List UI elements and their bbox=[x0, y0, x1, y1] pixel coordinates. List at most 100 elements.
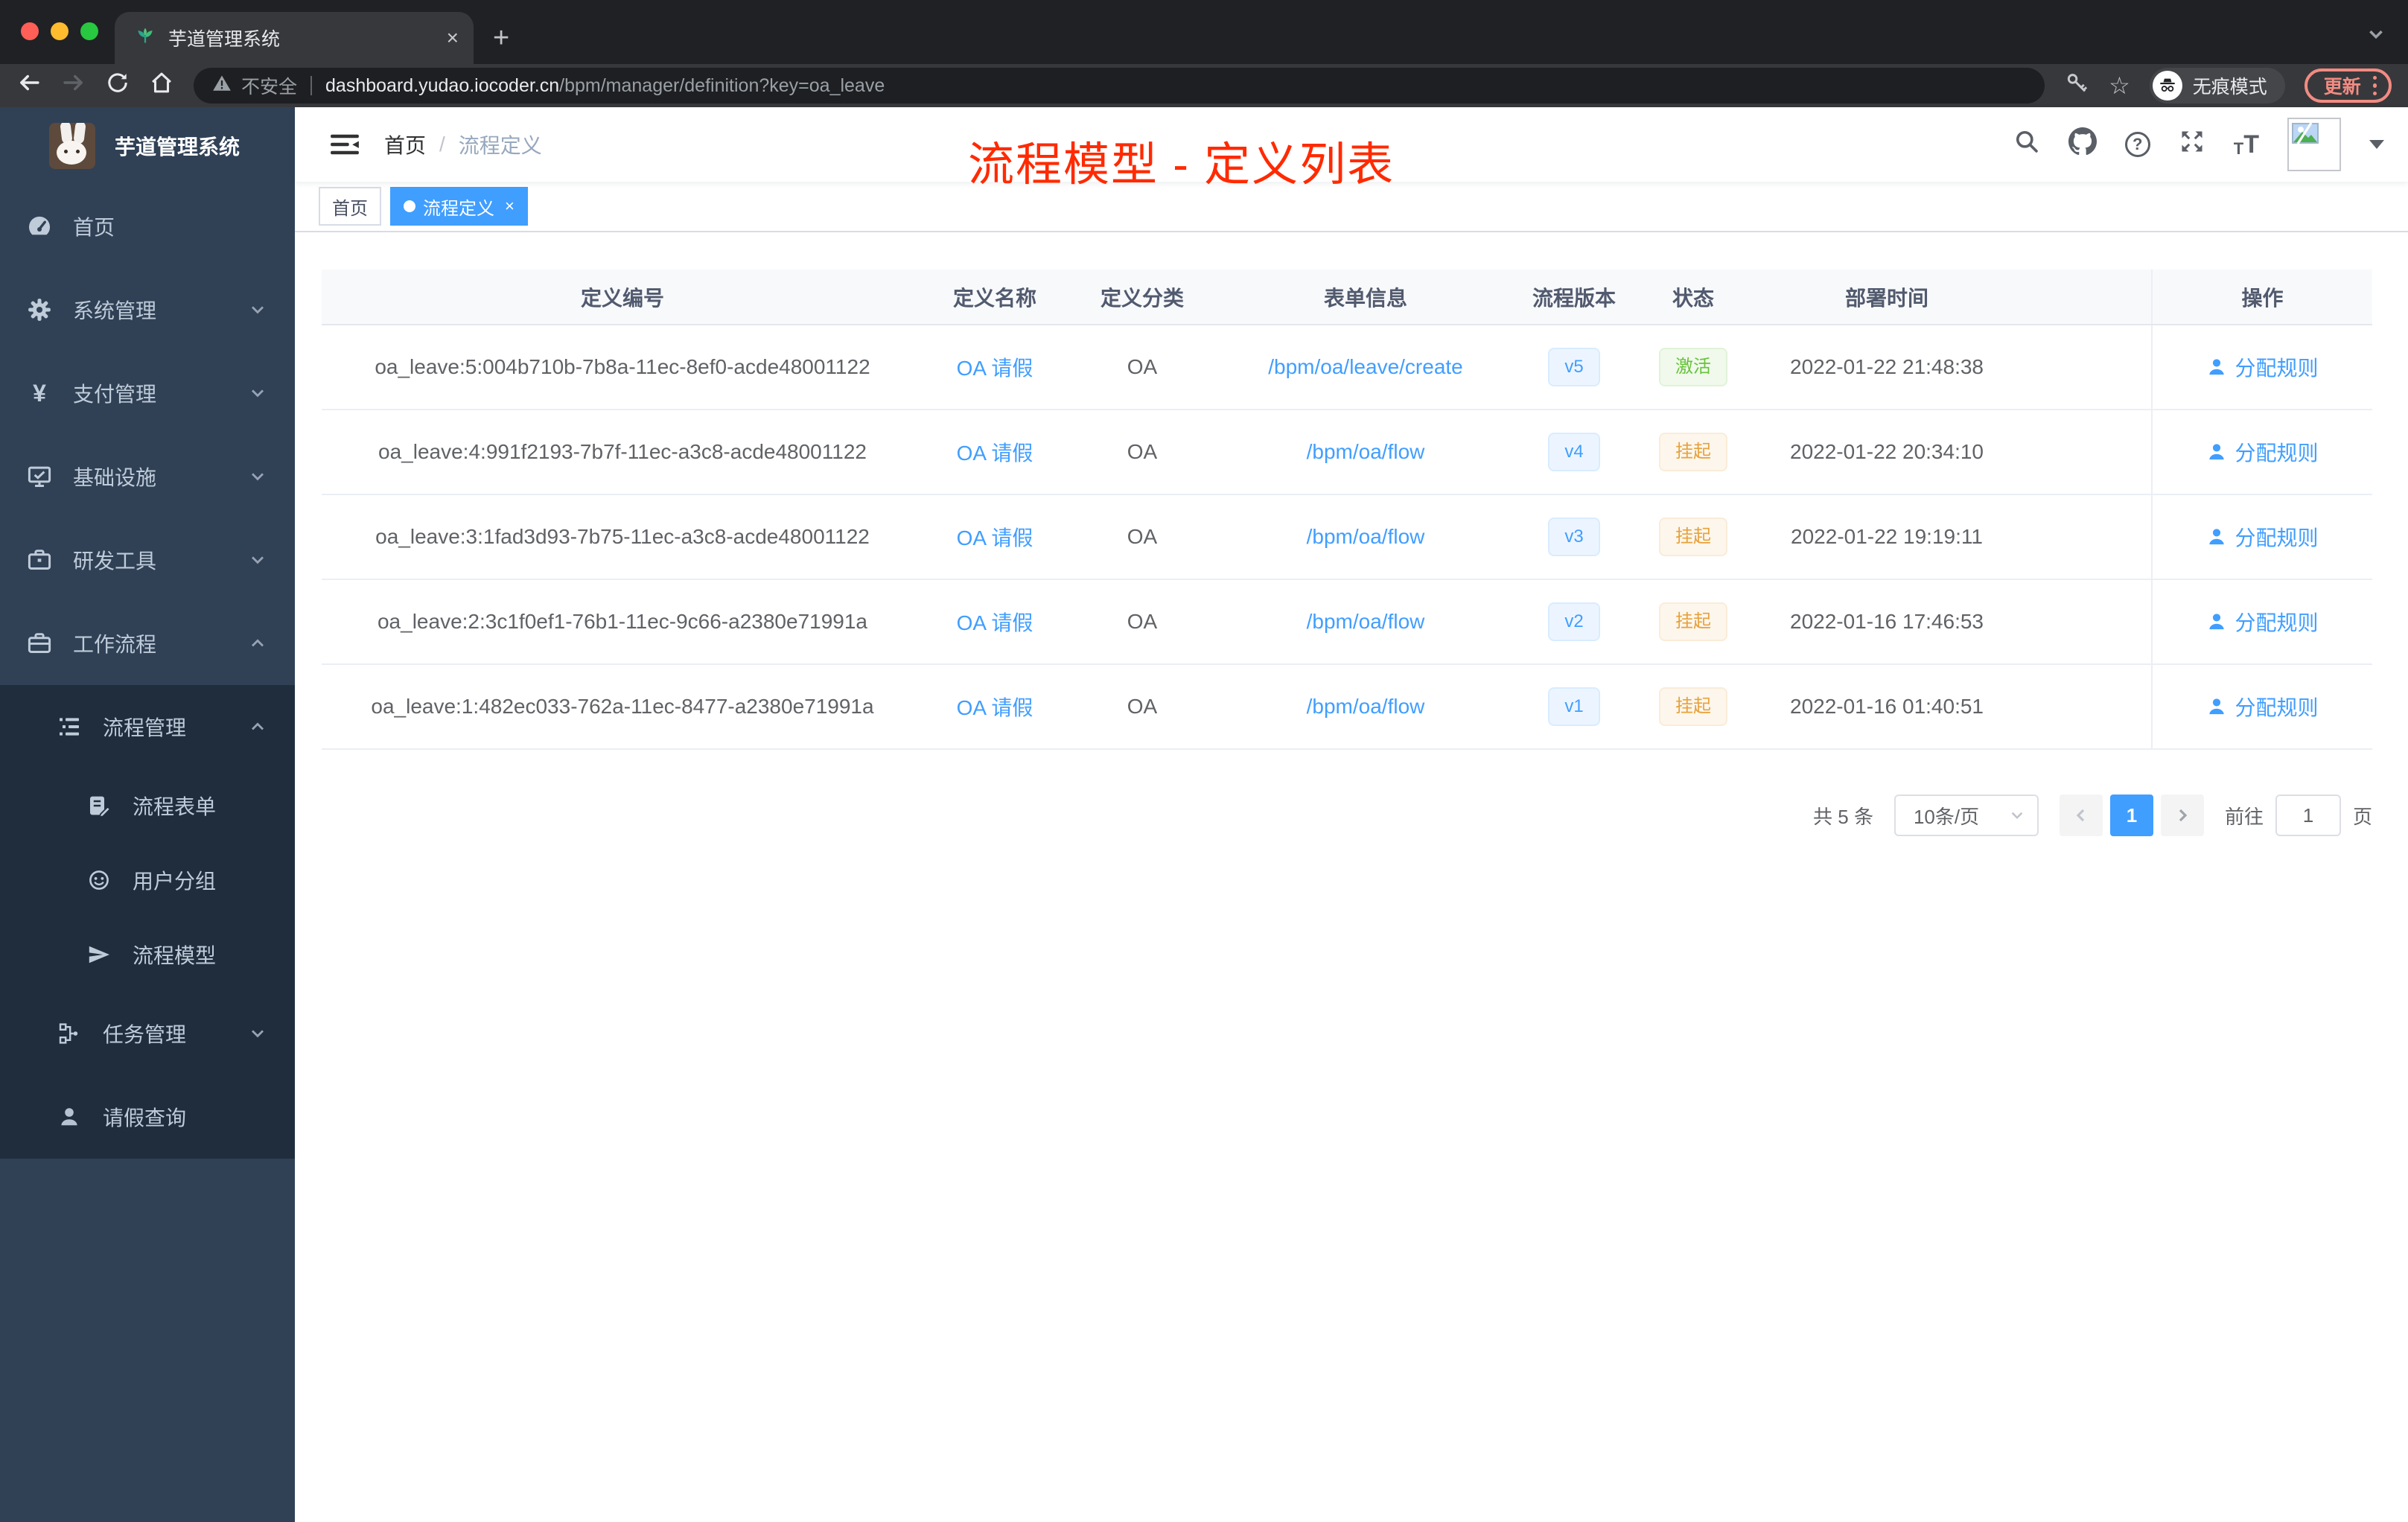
logo-avatar bbox=[49, 123, 95, 169]
address-bar[interactable]: 不安全 dashboard.yudao.iocoder.cn/bpm/manag… bbox=[194, 68, 2045, 104]
tab-search-chevron-icon[interactable] bbox=[2366, 22, 2386, 50]
forward-button[interactable] bbox=[61, 70, 86, 101]
help-icon[interactable]: ? bbox=[2124, 132, 2150, 157]
status-badge: 挂起 bbox=[1659, 433, 1727, 471]
definition-name-link[interactable]: OA 请假 bbox=[957, 611, 1033, 634]
table-row: oa_leave:3:1fad3d93-7b75-11ec-a3c8-acde4… bbox=[322, 494, 2372, 580]
assign-rule-button[interactable]: 分配规则 bbox=[2206, 692, 2319, 722]
search-icon[interactable] bbox=[2013, 128, 2040, 161]
url-text[interactable]: dashboard.yudao.iocoder.cn/bpm/manager/d… bbox=[325, 75, 885, 97]
screenshot-root: 芋道管理系统 × + 不安全 dashboard.yudao.iocoder.c… bbox=[0, 0, 2408, 1522]
table-header-row: 定义编号 定义名称 定义分类 表单信息 流程版本 状态 部署时间 操作 bbox=[322, 270, 2372, 325]
assign-rule-button[interactable]: 分配规则 bbox=[2206, 437, 2319, 467]
new-tab-button[interactable]: + bbox=[493, 12, 509, 64]
browser-tab-strip: 芋道管理系统 × + bbox=[0, 0, 2408, 64]
tag-home[interactable]: 首页 bbox=[319, 187, 381, 226]
briefcase-icon bbox=[27, 631, 52, 656]
gear-icon bbox=[27, 297, 52, 322]
chevron-down-icon bbox=[249, 1025, 267, 1042]
password-key-icon[interactable] bbox=[2064, 70, 2089, 101]
pagination-total: 共 5 条 bbox=[1813, 805, 1873, 828]
chevron-down-icon bbox=[249, 551, 267, 569]
cell-deploy-time: 2022-01-22 21:48:38 bbox=[1751, 325, 2022, 410]
tag-close-icon[interactable]: × bbox=[505, 198, 515, 214]
fullscreen-icon[interactable] bbox=[2179, 128, 2205, 161]
status-badge: 挂起 bbox=[1659, 602, 1727, 641]
sidebar-item-task-management[interactable]: 任务管理 bbox=[0, 992, 295, 1075]
pager: 1 bbox=[2059, 795, 2204, 836]
tab-close-icon[interactable]: × bbox=[447, 28, 459, 48]
github-icon[interactable] bbox=[2068, 127, 2097, 162]
definition-name-link[interactable]: OA 请假 bbox=[957, 526, 1033, 550]
monitor-icon bbox=[27, 464, 52, 489]
window-close-button[interactable] bbox=[21, 22, 39, 40]
col-status: 状态 bbox=[1635, 270, 1751, 325]
navbar-actions: ? TT bbox=[2013, 118, 2384, 171]
pagination: 共 5 条 10条/页 1 前往 1 页 bbox=[322, 795, 2372, 836]
sidebar-item-process-model[interactable]: 流程模型 bbox=[0, 917, 295, 992]
bookmark-star-icon[interactable]: ☆ bbox=[2109, 74, 2130, 98]
goto-label: 前往 bbox=[2224, 805, 2264, 828]
definition-name-link[interactable]: OA 请假 bbox=[957, 696, 1033, 719]
status-badge: 激活 bbox=[1659, 348, 1727, 386]
sidebar-item-infrastructure[interactable]: 基础设施 bbox=[0, 435, 295, 518]
form-link[interactable]: /bpm/oa/flow bbox=[1307, 695, 1425, 718]
back-button[interactable] bbox=[16, 70, 42, 101]
next-page-button[interactable] bbox=[2160, 795, 2204, 836]
update-label[interactable]: 更新 bbox=[2324, 72, 2361, 99]
prev-page-button[interactable] bbox=[2059, 795, 2103, 836]
font-size-icon[interactable]: TT bbox=[2234, 132, 2259, 157]
reload-button[interactable] bbox=[106, 71, 130, 101]
status-badge: 挂起 bbox=[1659, 687, 1727, 726]
page-size-select[interactable]: 10条/页 bbox=[1893, 795, 2039, 836]
form-link[interactable]: /bpm/oa/flow bbox=[1307, 525, 1425, 548]
breadcrumb-home[interactable]: 首页 bbox=[384, 130, 426, 159]
app-title: 芋道管理系统 bbox=[115, 136, 241, 159]
definition-table: 定义编号 定义名称 定义分类 表单信息 流程版本 状态 部署时间 操作 oa_l… bbox=[322, 270, 2372, 750]
sidebar-item-home[interactable]: 首页 bbox=[0, 185, 295, 268]
sidebar-item-system[interactable]: 系统管理 bbox=[0, 268, 295, 351]
yen-icon: ¥ bbox=[33, 379, 46, 407]
sidebar-item-dev-tools[interactable]: 研发工具 bbox=[0, 518, 295, 602]
sidebar-item-user-group[interactable]: 用户分组 bbox=[0, 843, 295, 917]
sidebar-item-payment[interactable]: ¥ 支付管理 bbox=[0, 351, 295, 435]
window-maximize-button[interactable] bbox=[80, 22, 98, 40]
table-row: oa_leave:5:004b710b-7b8a-11ec-8ef0-acde4… bbox=[322, 325, 2372, 410]
sidebar-collapse-icon[interactable] bbox=[331, 132, 359, 157]
cell-deploy-time: 2022-01-22 20:34:10 bbox=[1751, 410, 2022, 495]
incognito-badge: 无痕模式 bbox=[2149, 68, 2285, 104]
chevron-up-icon bbox=[249, 718, 267, 736]
page-number-button[interactable]: 1 bbox=[2109, 795, 2153, 836]
sidebar-item-process-form[interactable]: 流程表单 bbox=[0, 768, 295, 843]
chevron-up-icon bbox=[249, 634, 267, 652]
assign-rule-button[interactable]: 分配规则 bbox=[2206, 607, 2319, 637]
definition-name-link[interactable]: OA 请假 bbox=[957, 442, 1033, 465]
browser-menu-icon[interactable] bbox=[2372, 76, 2377, 95]
tag-process-definition[interactable]: 流程定义 × bbox=[390, 187, 528, 226]
browser-update-button[interactable]: 更新 bbox=[2304, 69, 2392, 103]
form-link[interactable]: /bpm/oa/flow bbox=[1307, 610, 1425, 633]
assign-rule-button[interactable]: 分配规则 bbox=[2206, 352, 2319, 382]
definition-name-link[interactable]: OA 请假 bbox=[957, 357, 1033, 380]
avatar[interactable] bbox=[2287, 118, 2341, 171]
form-link[interactable]: /bpm/oa/leave/create bbox=[1268, 355, 1463, 378]
avatar-caret-icon[interactable] bbox=[2369, 140, 2384, 149]
home-button[interactable] bbox=[149, 70, 174, 101]
sidebar-item-workflow[interactable]: 工作流程 bbox=[0, 602, 295, 685]
browser-tab[interactable]: 芋道管理系统 × bbox=[115, 12, 474, 64]
sidebar-item-leave-query[interactable]: 请假查询 bbox=[0, 1075, 295, 1159]
sidebar-item-process-management[interactable]: 流程管理 bbox=[0, 685, 295, 768]
table-row: oa_leave:2:3c1f0ef1-76b1-11ec-9c66-a2380… bbox=[322, 579, 2372, 665]
not-secure-warning-icon[interactable] bbox=[211, 74, 232, 98]
breadcrumb-current: 流程定义 bbox=[458, 134, 542, 157]
assign-rule-button[interactable]: 分配规则 bbox=[2206, 522, 2319, 552]
window-controls[interactable] bbox=[21, 22, 98, 40]
sidebar: 芋道管理系统 首页 系统管理 ¥ 支付管理 基础设施 研发工具 工作流程 流程管… bbox=[0, 107, 295, 1522]
window-minimize-button[interactable] bbox=[51, 22, 69, 40]
sidebar-logo[interactable]: 芋道管理系统 bbox=[0, 107, 295, 185]
goto-page-input[interactable] bbox=[2275, 795, 2341, 836]
goto-page: 前往 页 bbox=[2225, 795, 2372, 836]
version-badge: v4 bbox=[1548, 433, 1600, 471]
security-label[interactable]: 不安全 bbox=[241, 72, 297, 99]
form-link[interactable]: /bpm/oa/flow bbox=[1307, 440, 1425, 463]
